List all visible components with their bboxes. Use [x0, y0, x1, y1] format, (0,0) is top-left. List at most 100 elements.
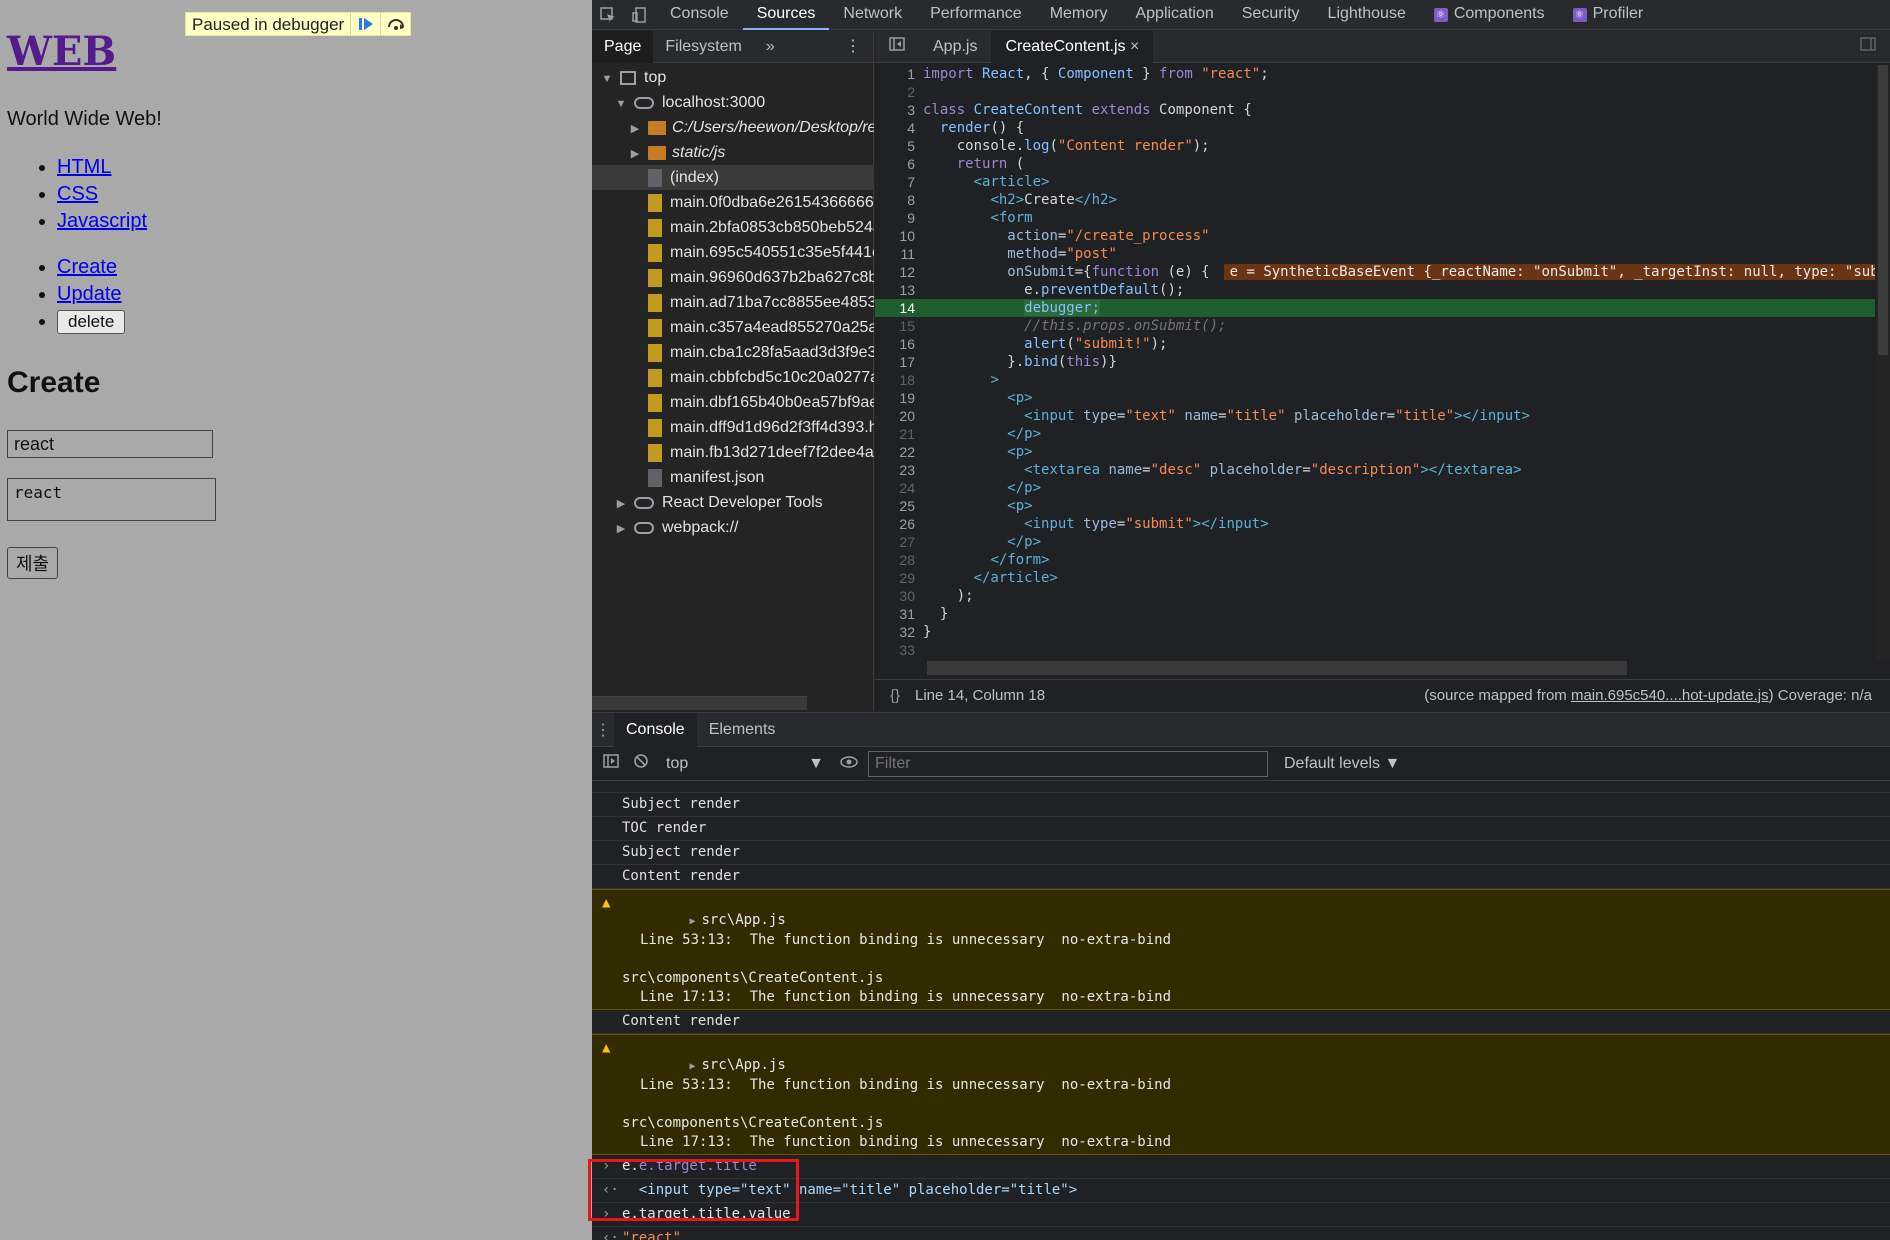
paused-line: 14 debugger; — [875, 299, 1875, 317]
title-input[interactable] — [7, 430, 213, 458]
tree-item-label: main.fb13d271deef7f2dee4a.h — [670, 444, 874, 461]
console-message-partial — [592, 783, 1890, 793]
tree-item[interactable]: main.c357a4ead855270a25a2.h — [592, 315, 874, 340]
editor-status-bar: {} Line 14, Column 18 (source mapped fro… — [875, 679, 1890, 711]
tree-item[interactable]: ▶ C:/Users/heewon/Desktop/reac — [592, 115, 874, 140]
gray-icon — [648, 168, 662, 187]
collapsed-arrow-icon[interactable]: ▶ — [614, 492, 628, 515]
tree-item[interactable]: ▼ top — [592, 65, 874, 90]
collapsed-arrow-icon[interactable]: ▶ — [628, 117, 642, 140]
tree-item[interactable]: main.0f0dba6e261543666666.h — [592, 190, 874, 215]
create-link[interactable]: Create — [57, 256, 117, 278]
step-over-button[interactable] — [380, 13, 410, 35]
navigator-horizontal-scrollbar[interactable] — [592, 696, 807, 710]
context-select[interactable]: top ▼ — [660, 752, 830, 776]
paused-label: Paused in debugger — [192, 15, 345, 34]
expanded-arrow-icon[interactable]: ▼ — [614, 92, 628, 115]
warning-file: src\App.js — [701, 912, 786, 928]
tree-item[interactable]: main.2bfa0853cb850beb524a.h — [592, 215, 874, 240]
expand-arrow-icon[interactable]: ▶ — [689, 1061, 701, 1072]
editor-horizontal-scrollbar[interactable] — [927, 661, 1627, 675]
tree-item[interactable]: ▶ React Developer Tools — [592, 490, 874, 515]
tree-item-label: main.dbf165b40b0ea57bf9ae.h — [670, 394, 874, 411]
drawer-tab-console[interactable]: Console — [614, 712, 697, 747]
collapsed-arrow-icon[interactable]: ▶ — [614, 517, 628, 540]
site-title-link[interactable]: WEB — [7, 28, 116, 75]
console-toolbar: top ▼ Default levels ▼ — [592, 747, 1890, 781]
delete-button[interactable]: delete — [57, 310, 126, 334]
tab-lighthouse[interactable]: Lighthouse — [1314, 0, 1420, 30]
file-icon — [648, 218, 662, 237]
kebab-menu-icon[interactable]: ⋮ — [833, 31, 873, 63]
tree-item[interactable]: main.cbbfcbd5c10c20a0277a.h — [592, 365, 874, 390]
inspect-element-icon[interactable] — [592, 0, 624, 30]
tab-sources[interactable]: Sources — [742, 0, 830, 30]
drawer-tab-elements[interactable]: Elements — [697, 713, 788, 747]
tab-profiler[interactable]: ⚛ Profiler — [1559, 0, 1658, 30]
pretty-print-icon[interactable]: {} — [875, 687, 915, 704]
warning-icon: ▲ — [602, 895, 611, 911]
control-item: Create — [57, 254, 125, 281]
toc-link-javascript[interactable]: Javascript — [57, 210, 147, 232]
tab-performance[interactable]: Performance — [916, 0, 1036, 30]
collapsed-arrow-icon[interactable]: ▶ — [628, 142, 642, 165]
tree-item[interactable]: manifest.json — [592, 465, 874, 490]
tab-application[interactable]: Application — [1121, 0, 1227, 30]
file-icon — [648, 343, 662, 362]
toc-link-css[interactable]: CSS — [57, 183, 98, 205]
toggle-debugger-icon[interactable] — [1846, 31, 1890, 63]
tab-console[interactable]: Console — [656, 0, 743, 30]
console-filter-input[interactable] — [868, 750, 1268, 777]
tree-item[interactable]: main.dbf165b40b0ea57bf9ae.h — [592, 390, 874, 415]
tree-item[interactable]: main.dff9d1d96d2f3ff4d393.ho — [592, 415, 874, 440]
create-heading: Create — [7, 366, 101, 399]
update-link[interactable]: Update — [57, 283, 122, 305]
live-expression-eye-icon[interactable] — [838, 755, 860, 773]
tree-item[interactable]: main.96960d637b2ba627c8b2. — [592, 265, 874, 290]
tab-components[interactable]: ⚛ Components — [1420, 0, 1559, 30]
tree-item[interactable]: ▼ localhost:3000 — [592, 90, 874, 115]
tree-item[interactable]: (index) — [592, 165, 874, 190]
file-icon — [648, 318, 662, 337]
tree-item[interactable]: main.fb13d271deef7f2dee4a.h — [592, 440, 874, 465]
expanded-arrow-icon[interactable]: ▼ — [600, 67, 614, 90]
navigator-tab-filesystem[interactable]: Filesystem — [653, 31, 753, 63]
resume-button[interactable] — [350, 13, 380, 35]
navigator-tab-page[interactable]: Page — [592, 30, 654, 63]
tab-network[interactable]: Network — [829, 0, 916, 30]
editor-scroll-thumb[interactable] — [1878, 65, 1888, 355]
tree-item[interactable]: main.ad71ba7cc8855ee48532.h — [592, 290, 874, 315]
cloud-icon — [634, 521, 654, 534]
file-icon — [648, 393, 662, 412]
navigator-more-tabs[interactable]: » — [754, 31, 787, 63]
editor-tab-createcontent-js[interactable]: CreateContent.js × — [991, 30, 1154, 63]
clear-console-icon[interactable] — [630, 753, 652, 774]
submit-button[interactable]: 제출 — [7, 547, 59, 579]
tree-item[interactable]: ▶ webpack:// — [592, 515, 874, 540]
coverage-label: Coverage: n/a — [1777, 687, 1872, 704]
code-lines[interactable]: 1 import React, { Component } from "react… — [875, 65, 1875, 661]
editor-tabs: App.js CreateContent.js × — [875, 30, 1890, 63]
show-sidebar-icon[interactable] — [600, 754, 622, 773]
close-icon[interactable]: × — [1130, 38, 1139, 55]
toggle-navigator-icon[interactable] — [875, 31, 919, 63]
editor-tab-app-js[interactable]: App.js — [919, 31, 991, 63]
description-textarea[interactable]: react — [7, 478, 216, 521]
cursor-position: Line 14, Column 18 — [915, 687, 1046, 704]
step-over-icon — [387, 19, 404, 30]
tab-memory[interactable]: Memory — [1036, 0, 1122, 30]
log-levels-dropdown[interactable]: Default levels ▼ — [1284, 755, 1400, 773]
drawer-menu-icon[interactable]: ⋮ — [592, 720, 614, 740]
device-toolbar-icon[interactable] — [624, 0, 656, 30]
source-mapped-link[interactable]: main.695c540....hot-update.js — [1571, 687, 1769, 704]
console-log-row: Content render — [592, 1010, 1890, 1034]
tree-item[interactable]: main.cba1c28fa5aad3d3f9e3.h — [592, 340, 874, 365]
cloud-icon — [634, 96, 654, 109]
toc-link-html[interactable]: HTML — [57, 156, 111, 178]
tab-security[interactable]: Security — [1228, 0, 1314, 30]
drawer-tabs: ⋮ Console Elements — [592, 712, 1890, 747]
warning-file: src\App.js — [701, 1057, 786, 1073]
expand-arrow-icon[interactable]: ▶ — [689, 916, 701, 927]
tree-item[interactable]: main.695c540551c35e5f441c.h — [592, 240, 874, 265]
tree-item[interactable]: ▶ static/js — [592, 140, 874, 165]
